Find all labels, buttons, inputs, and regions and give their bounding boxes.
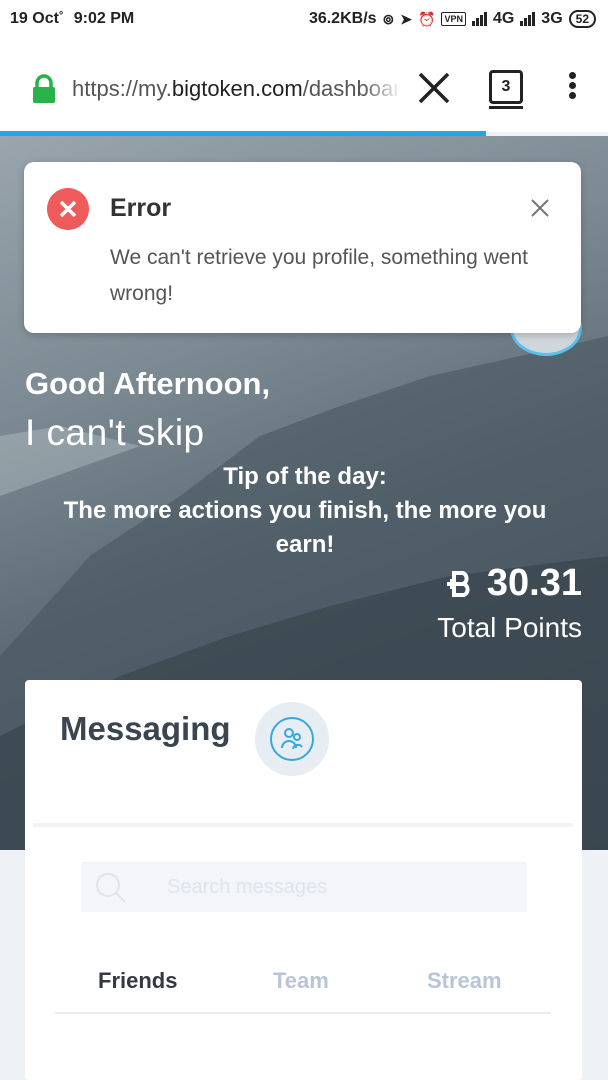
signal-icon-1 (471, 12, 487, 26)
error-toast: Error We can't retrieve you profile, som… (24, 162, 581, 333)
status-date: 19 Oct (10, 10, 59, 27)
tab-team[interactable]: Team (273, 968, 329, 994)
card-divider (33, 823, 573, 827)
vpn-badge: VPN (441, 12, 466, 26)
tip-text: The more actions you finish, the more yo… (63, 497, 547, 558)
tab-switcher-underline (489, 106, 523, 109)
url-prefix: https://my. (72, 76, 172, 101)
tip-of-day: Tip of the day: The more actions you fin… (40, 460, 570, 562)
points-value: 30.31 (486, 562, 582, 604)
network-type-1: 4G (492, 10, 515, 27)
messaging-card: Messaging Search messages Friends Team S… (25, 680, 582, 1080)
close-tab-button[interactable] (416, 70, 452, 106)
status-date-sup: ° (58, 10, 64, 22)
user-name: I can't skip (25, 412, 205, 453)
tabs-underline (55, 1012, 551, 1014)
points-label: Total Points (437, 612, 582, 643)
bigtoken-coin-icon (446, 570, 470, 597)
tip-heading: Tip of the day: (223, 463, 387, 490)
battery-icon: 52 (568, 10, 596, 28)
messaging-title: Messaging (60, 710, 231, 747)
status-bar: 19 Oct° 9:02 PM 36.2KB/s ⊚ ➤ ⏰ VPN 4G 3G… (0, 0, 608, 40)
url-fade (362, 70, 402, 110)
network-speed: 36.2KB/s (308, 10, 377, 27)
url-domain: bigtoken.com (171, 76, 303, 101)
error-title: Error (110, 194, 172, 222)
tab-switcher-button[interactable]: 3 (489, 70, 523, 104)
messaging-people-icon[interactable] (255, 702, 329, 776)
sync-icon: ⊚ (382, 10, 395, 27)
status-time: 9:02 PM (73, 10, 135, 27)
search-input[interactable]: Search messages (81, 862, 527, 912)
lock-icon[interactable] (31, 74, 57, 104)
greeting-text: Good Afternoon, (25, 366, 271, 401)
close-icon[interactable] (530, 198, 550, 218)
overflow-menu-button[interactable] (560, 72, 584, 104)
signal-icon-2 (520, 12, 536, 26)
error-icon (47, 188, 89, 230)
location-icon: ➤ (400, 10, 412, 27)
status-right: 36.2KB/s ⊚ ➤ ⏰ VPN 4G 3G 52 (309, 10, 596, 28)
search-placeholder: Search messages (167, 876, 328, 898)
alarm-icon: ⏰ (418, 10, 436, 27)
status-left: 19 Oct° 9:02 PM (10, 10, 134, 28)
tab-stream[interactable]: Stream (427, 968, 502, 994)
network-type-2: 3G (541, 10, 563, 27)
search-icon (96, 873, 126, 903)
error-message: We can't retrieve you profile, something… (110, 246, 528, 305)
url-field[interactable]: https://my.bigtoken.com/dashboard (72, 76, 397, 102)
tab-friends[interactable]: Friends (98, 968, 177, 994)
points-display: 30.31 (445, 562, 582, 605)
